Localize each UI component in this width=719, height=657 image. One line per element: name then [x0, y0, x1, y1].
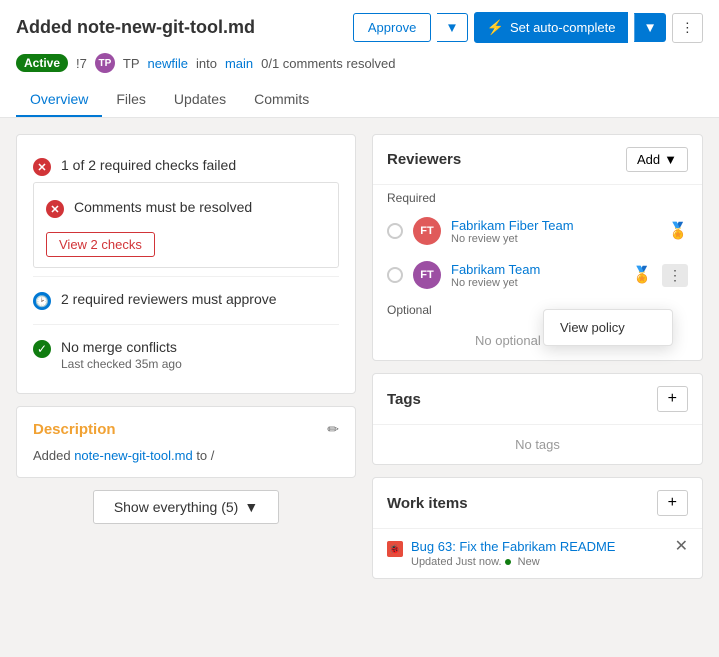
reviewer-info-1: Fabrikam Fiber Team No review yet — [451, 218, 658, 245]
pr-title: Added note-new-git-tool.md — [16, 17, 255, 38]
approve-arrow-button[interactable]: ▼ — [437, 13, 467, 42]
no-tags-text: No tags — [373, 425, 702, 464]
description-header: Description ✏ — [33, 421, 339, 438]
reviewer-radio-2 — [387, 267, 403, 283]
more-options-button[interactable]: ⋮ — [672, 13, 703, 43]
show-everything-button[interactable]: Show everything (5) ▼ — [93, 490, 279, 524]
clock-icon: 🕑 — [33, 292, 51, 310]
desc-after: to / — [193, 448, 215, 463]
autocomplete-button[interactable]: ⚡ Set auto-complete — [474, 12, 629, 43]
lightning-icon: ⚡ — [487, 19, 504, 36]
tab-files[interactable]: Files — [102, 83, 160, 117]
header-top: Added note-new-git-tool.md Approve ▼ ⚡ S… — [16, 12, 703, 43]
header-actions: Approve ▼ ⚡ Set auto-complete ▼ ⋮ — [353, 12, 703, 43]
reviewer-badge-2: 🏅 — [632, 265, 652, 285]
newfile-link[interactable]: newfile — [148, 56, 188, 71]
reviewer-avatar-2: FT — [413, 261, 441, 289]
desc-before: Added — [33, 448, 74, 463]
approve-button[interactable]: Approve — [353, 13, 431, 42]
reviewer-more-button[interactable]: ⋮ — [662, 264, 688, 287]
tags-header: Tags + — [373, 374, 702, 425]
branch-user: TP — [123, 56, 140, 71]
header: Added note-new-git-tool.md Approve ▼ ⚡ S… — [0, 0, 719, 118]
work-items-card: Work items + 🐞 Bug 63: Fix the Fabrikam … — [372, 477, 703, 579]
reviewers-check-item: 🕑 2 required reviewers must approve — [33, 285, 339, 316]
status-dot — [505, 559, 511, 565]
chevron-down-icon: ▼ — [664, 152, 677, 167]
add-work-item-button[interactable]: + — [657, 490, 688, 516]
reviewer-item-1: FT Fabrikam Fiber Team No review yet 🏅 — [373, 209, 702, 253]
work-items-header: Work items + — [373, 478, 702, 529]
reviewer-status-1: No review yet — [451, 233, 658, 245]
desc-link[interactable]: note-new-git-tool.md — [74, 448, 193, 463]
bug-icon: 🐞 — [387, 541, 403, 557]
work-item-row: 🐞 Bug 63: Fix the Fabrikam README Update… — [373, 529, 702, 578]
work-item-info: Bug 63: Fix the Fabrikam README Updated … — [411, 539, 615, 568]
comments-error-icon: ✕ — [46, 200, 64, 218]
reviewer-item-2: FT Fabrikam Team No review yet 🏅 ⋮ — [373, 253, 702, 297]
autocomplete-label: Set auto-complete — [510, 20, 616, 35]
updated-text: Updated Just now. — [411, 556, 502, 568]
work-item-left: 🐞 Bug 63: Fix the Fabrikam README Update… — [387, 539, 615, 568]
tab-updates[interactable]: Updates — [160, 83, 240, 117]
view-policy-menu-item[interactable]: View policy — [544, 310, 672, 345]
work-item-sub: Updated Just now. New — [411, 556, 615, 568]
merge-conflicts-info: No merge conflicts Last checked 35m ago — [61, 339, 182, 371]
show-everything-label: Show everything (5) — [114, 499, 239, 515]
error-icon: ✕ — [33, 158, 51, 176]
success-icon: ✓ — [33, 340, 51, 358]
merge-conflicts-item: ✓ No merge conflicts Last checked 35m ag… — [33, 333, 339, 377]
reviewer-status-2: No review yet — [451, 277, 622, 289]
add-reviewer-button[interactable]: Add ▼ — [626, 147, 688, 172]
reviewer-avatar-1: FT — [413, 217, 441, 245]
main-content: ✕ 1 of 2 required checks failed ✕ Commen… — [0, 118, 719, 607]
reviewers-check-label: 2 required reviewers must approve — [61, 291, 277, 307]
pr-number: !7 — [76, 56, 87, 71]
tags-title: Tags — [387, 391, 421, 408]
tab-commits[interactable]: Commits — [240, 83, 323, 117]
context-menu: View policy — [543, 309, 673, 346]
tab-overview[interactable]: Overview — [16, 83, 102, 117]
comments-status: 0/1 comments resolved — [261, 56, 395, 71]
reviewer-info-2: Fabrikam Team No review yet — [451, 262, 622, 289]
add-tag-button[interactable]: + — [657, 386, 688, 412]
nav-tabs: Overview Files Updates Commits — [16, 83, 703, 117]
main-link[interactable]: main — [225, 56, 253, 71]
chevron-down-icon: ▼ — [244, 499, 258, 515]
required-checks-item: ✕ 1 of 2 required checks failed — [33, 151, 339, 182]
tags-card: Tags + No tags — [372, 373, 703, 465]
required-checks-label: 1 of 2 required checks failed — [61, 157, 236, 173]
required-label: Required — [373, 185, 702, 209]
merge-conflicts-label: No merge conflicts — [61, 339, 182, 355]
reviewer-radio-1 — [387, 223, 403, 239]
autocomplete-arrow-button[interactable]: ▼ — [634, 13, 665, 42]
work-items-title: Work items — [387, 495, 468, 512]
status-badge: Active — [16, 54, 68, 72]
comments-check-label: Comments must be resolved — [74, 199, 252, 215]
reviewer-name-2[interactable]: Fabrikam Team — [451, 262, 622, 277]
reviewers-title: Reviewers — [387, 151, 461, 168]
right-panel: Reviewers Add ▼ Required FT Fabrikam Fib… — [372, 134, 703, 591]
remove-work-item-button[interactable]: ✕ — [675, 539, 688, 555]
left-panel: ✕ 1 of 2 required checks failed ✕ Commen… — [16, 134, 356, 591]
work-item-title[interactable]: Bug 63: Fix the Fabrikam README — [411, 539, 615, 554]
edit-icon[interactable]: ✏ — [327, 421, 339, 438]
checks-card: ✕ 1 of 2 required checks failed ✕ Commen… — [16, 134, 356, 394]
show-everything-container: Show everything (5) ▼ — [16, 490, 356, 524]
reviewer-name-1[interactable]: Fabrikam Fiber Team — [451, 218, 658, 233]
description-card: Description ✏ Added note-new-git-tool.md… — [16, 406, 356, 478]
add-reviewer-label: Add — [637, 152, 660, 167]
pr-meta: Active !7 TP TP newfile into main 0/1 co… — [16, 53, 703, 73]
comments-check-box: ✕ Comments must be resolved View 2 check… — [33, 182, 339, 268]
reviewers-header: Reviewers Add ▼ — [373, 135, 702, 185]
comments-check-item: ✕ Comments must be resolved — [46, 193, 326, 224]
into-text: into — [196, 56, 217, 71]
last-checked-text: Last checked 35m ago — [61, 357, 182, 371]
description-title: Description — [33, 421, 116, 438]
avatar: TP — [95, 53, 115, 73]
view-checks-button[interactable]: View 2 checks — [46, 232, 155, 257]
reviewer-badge-1: 🏅 — [668, 221, 688, 241]
status-text: New — [518, 556, 540, 568]
description-text: Added note-new-git-tool.md to / — [33, 448, 339, 463]
